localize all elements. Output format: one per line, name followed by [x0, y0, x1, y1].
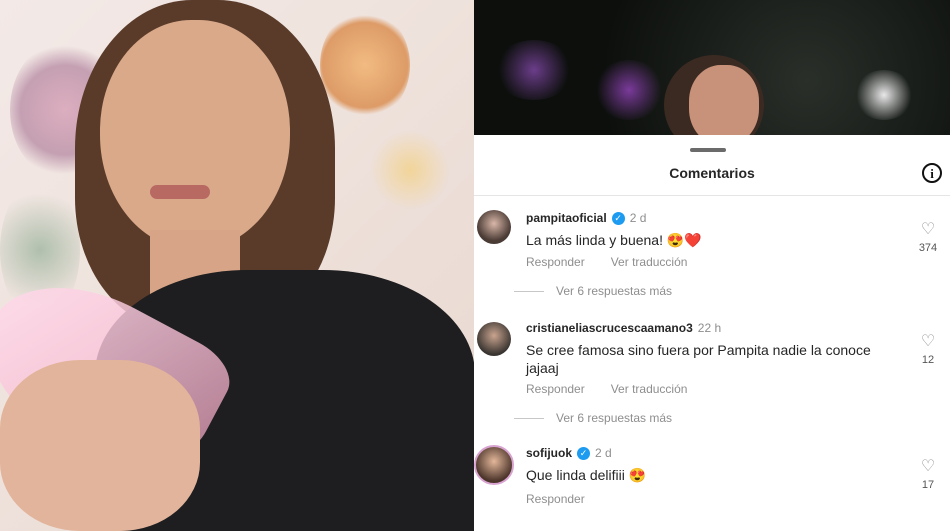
avatar[interactable] [477, 210, 511, 244]
reply-button[interactable]: Responder [526, 492, 585, 506]
comments-panel: Comentarios i pampitaoficial ✓ 2 d La má… [474, 135, 950, 531]
comment-time: 2 d [595, 446, 612, 460]
comment-text: La más linda y buena! 😍❤️ [526, 232, 702, 248]
translate-button[interactable]: Ver traducción [611, 382, 688, 396]
like-count: 17 [921, 479, 935, 491]
like-count: 12 [921, 354, 935, 366]
photo-girl-with-flowers [474, 0, 950, 135]
comment-text: Se cree famosa sino fuera por Pampita na… [526, 342, 871, 376]
replies-line [514, 417, 544, 419]
avatar[interactable] [477, 322, 511, 356]
comment-username[interactable]: cristianeliascrucescaamano3 [526, 321, 693, 335]
reply-button[interactable]: Responder [526, 382, 585, 396]
heart-icon[interactable]: ♡ [916, 334, 940, 350]
verified-badge-icon: ✓ [611, 211, 625, 225]
view-replies-button[interactable]: Ver 6 respuestas más [514, 284, 672, 298]
verified-badge-icon: ✓ [577, 446, 591, 460]
comment-time: 22 h [697, 321, 722, 335]
photo-woman-with-shoe [0, 0, 474, 531]
replies-line [514, 290, 544, 292]
view-replies-label: Ver 6 respuestas más [556, 284, 673, 298]
view-replies-label: Ver 6 respuestas más [556, 411, 673, 425]
view-replies-button[interactable]: Ver 6 respuestas más [514, 411, 672, 425]
like-count: 374 [918, 242, 938, 254]
comment-username[interactable]: pampitaoficial [526, 211, 607, 225]
comment-time: 2 d [629, 211, 647, 225]
heart-icon[interactable]: ♡ [916, 222, 940, 238]
panel-title: Comentarios [669, 165, 755, 181]
translate-button[interactable]: Ver traducción [611, 255, 688, 269]
comment-item: cristianeliascrucescaamano3 22 h Se cree… [474, 320, 950, 410]
drag-handle[interactable] [690, 148, 726, 152]
reply-button[interactable]: Responder [526, 255, 585, 269]
info-icon[interactable]: i [922, 163, 942, 183]
avatar[interactable] [474, 445, 514, 485]
divider [474, 195, 950, 196]
comment-text: Que linda delifiii 😍 [526, 467, 647, 483]
heart-icon[interactable]: ♡ [916, 459, 940, 475]
comment-item: sofijuok ✓ 2 d Que linda delifiii 😍 Resp… [474, 445, 950, 525]
comment-username[interactable]: sofijuok [526, 446, 572, 460]
